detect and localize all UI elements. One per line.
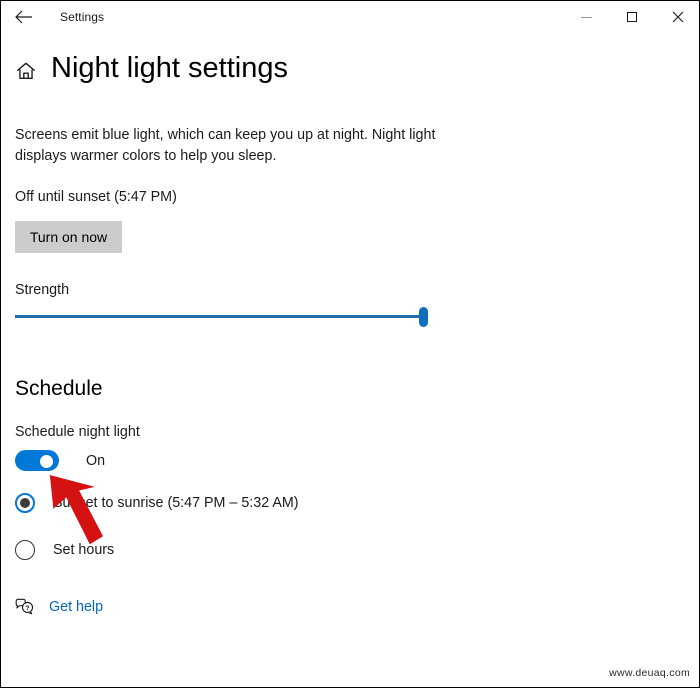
radio-indicator-unselected[interactable] [15,540,35,560]
radio-option-sunset-to-sunrise[interactable]: Sunset to sunrise (5:47 PM – 5:32 AM) [15,493,299,513]
page-title: Night light settings [51,52,288,84]
help-bubble-icon: ? [15,598,34,615]
get-help-row[interactable]: ? Get help [15,598,103,615]
minimize-button[interactable] [563,1,609,33]
svg-text:?: ? [25,605,29,612]
minimize-icon [580,16,592,18]
close-icon [672,11,684,23]
toggle-state-label: On [86,452,106,469]
radio-indicator-selected[interactable] [15,493,35,513]
toggle-knob [40,455,53,468]
strength-slider[interactable] [15,306,430,328]
slider-thumb[interactable] [419,307,428,327]
back-arrow-icon [15,10,32,24]
title-bar: Settings [1,1,699,33]
back-button[interactable] [1,1,47,33]
schedule-toggle-row: On [15,450,105,471]
settings-window: Settings Night light settings Screens em [0,0,700,688]
get-help-link[interactable]: Get help [49,599,103,615]
radio-label-sunset-to-sunrise: Sunset to sunrise (5:47 PM – 5:32 AM) [53,495,299,511]
close-button[interactable] [655,1,699,33]
watermark: www.deuaq.com [609,667,690,679]
schedule-night-light-label: Schedule night light [15,424,140,440]
radio-option-set-hours[interactable]: Set hours [15,540,114,560]
maximize-button[interactable] [609,1,655,33]
radio-label-set-hours: Set hours [53,542,115,558]
description-text: Screens emit blue light, which can keep … [15,127,436,164]
strength-label: Strength [15,282,70,298]
app-title: Settings [60,10,105,24]
maximize-icon [627,12,637,22]
schedule-heading: Schedule [15,377,103,400]
home-icon [17,62,35,79]
page-header: Night light settings [15,52,288,85]
night-light-status: Off until sunset (5:47 PM) [15,189,177,205]
slider-track [15,315,426,318]
schedule-night-light-toggle[interactable] [15,450,59,471]
turn-on-now-button[interactable]: Turn on now [15,221,122,253]
caption-button-group [563,1,699,33]
